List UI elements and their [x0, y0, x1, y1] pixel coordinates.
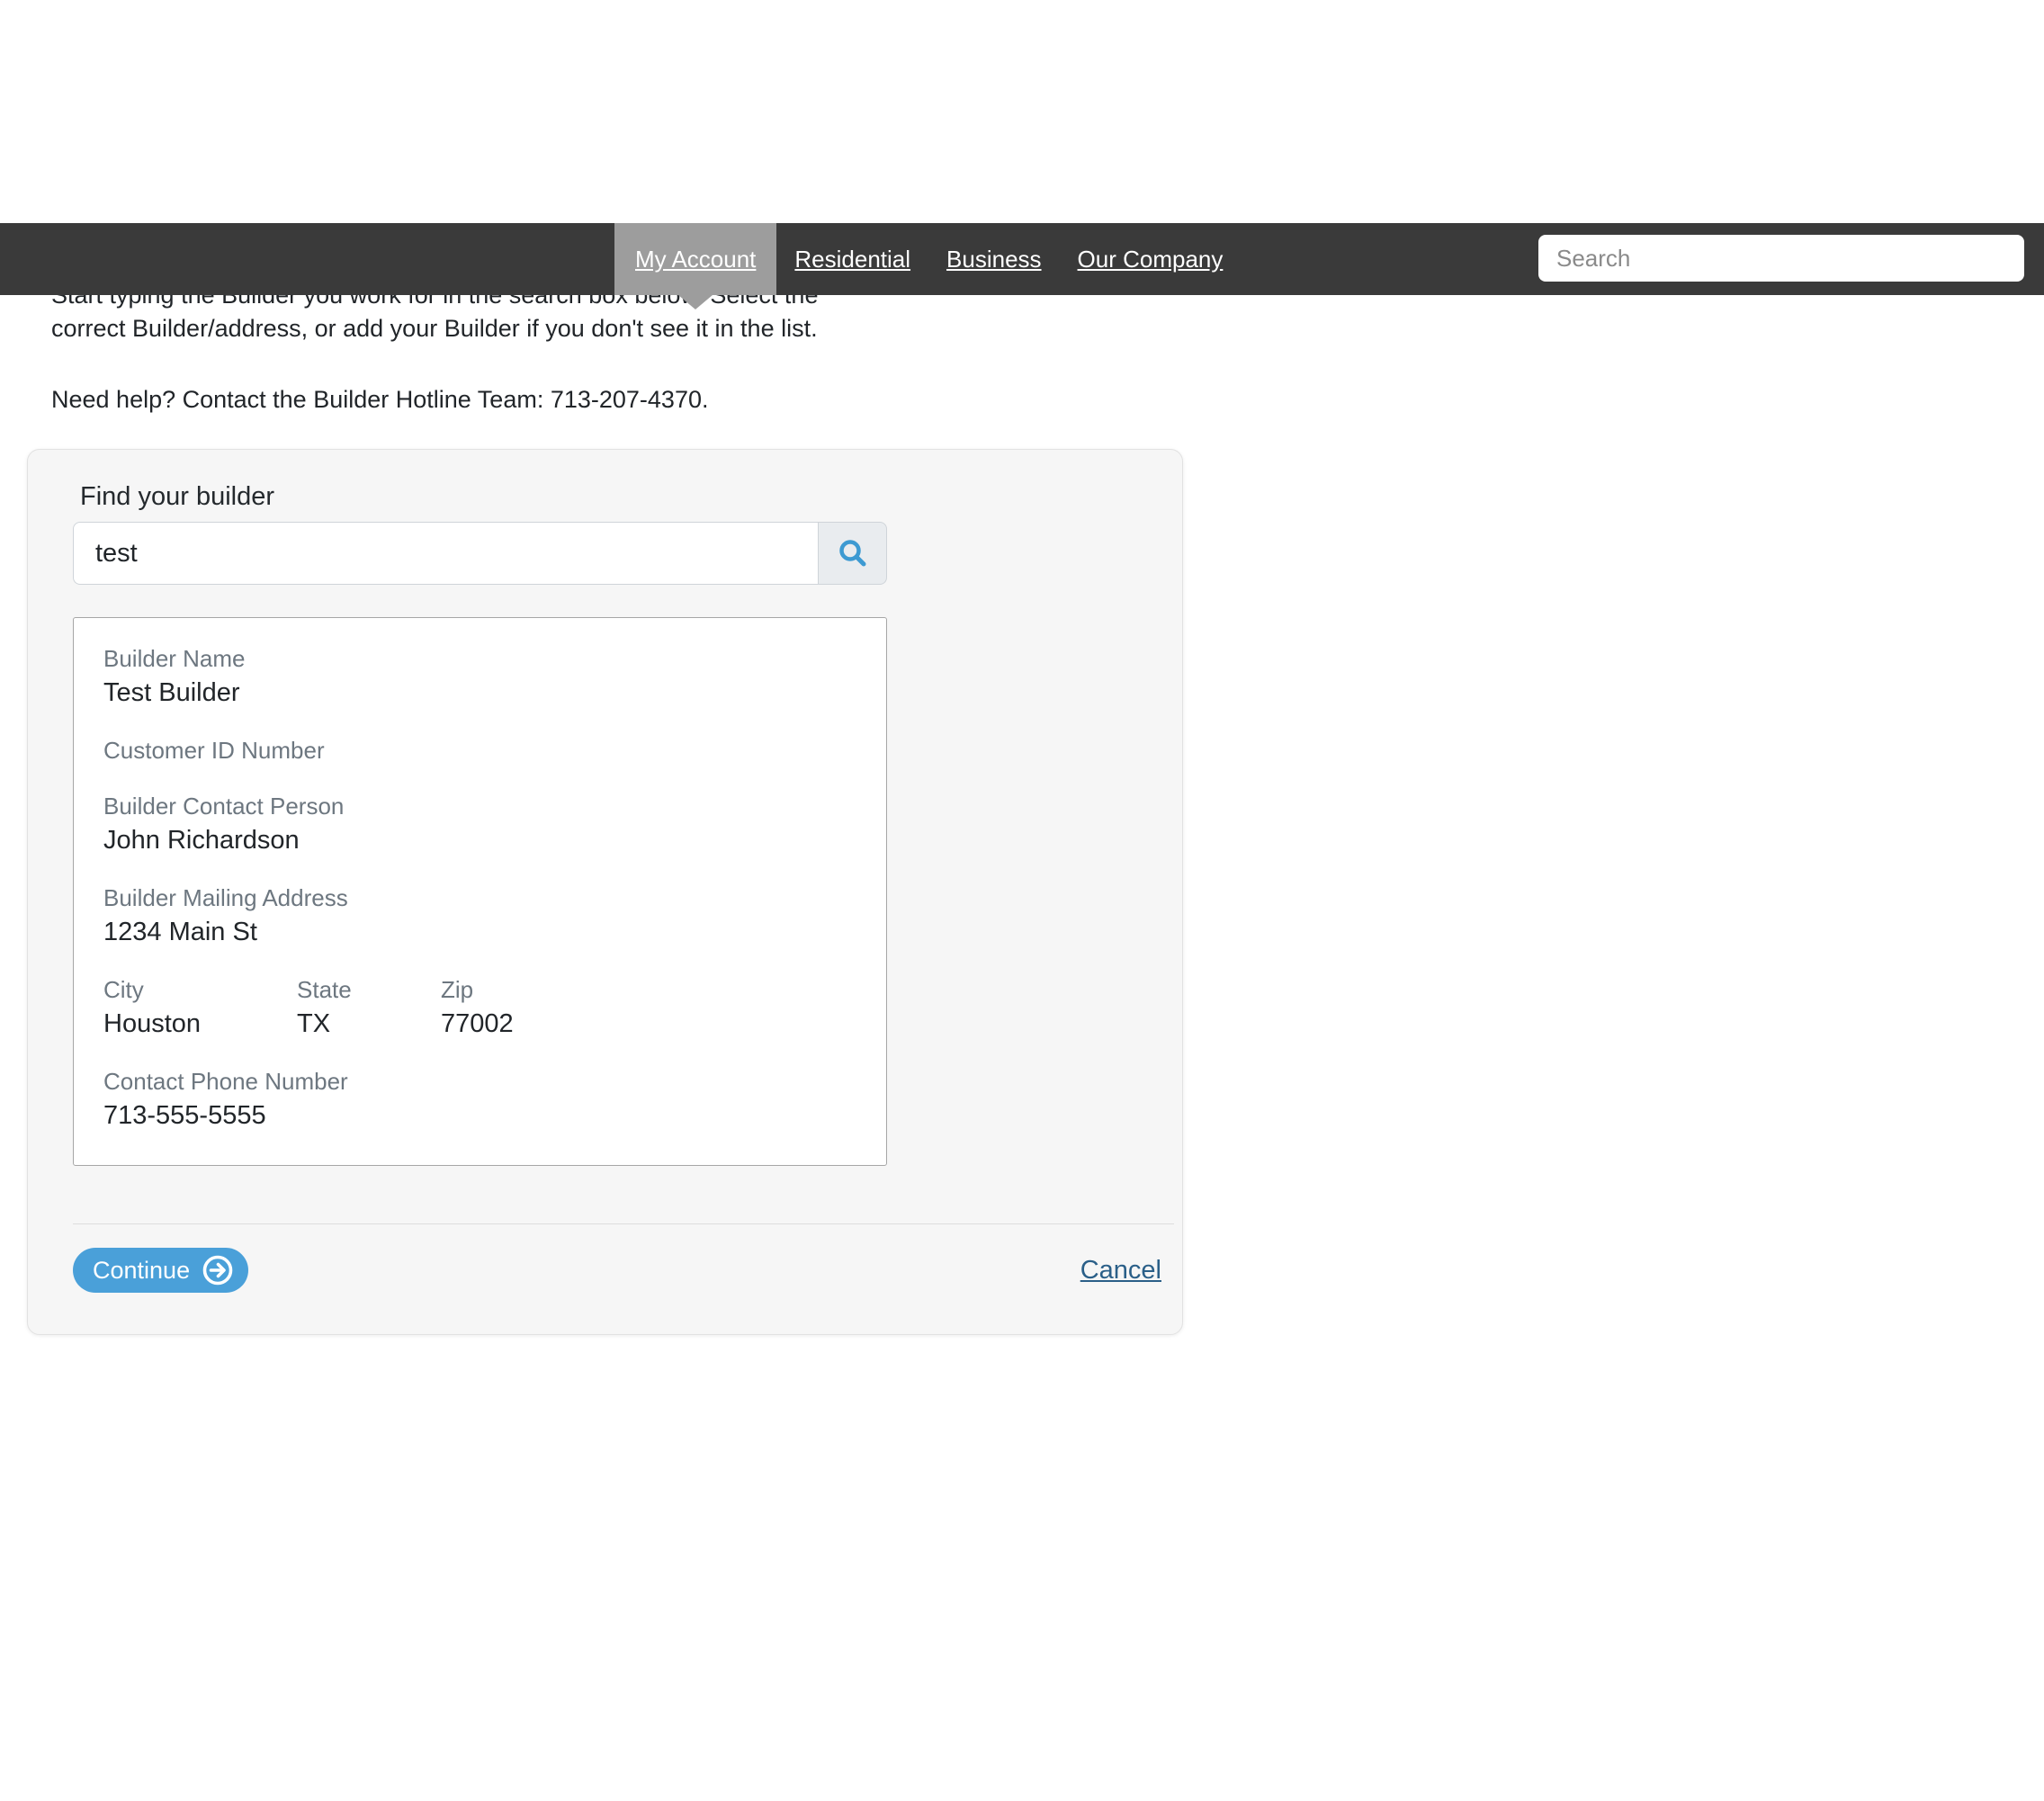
- cancel-link[interactable]: Cancel: [1080, 1256, 1161, 1286]
- city-field: City Houston: [103, 976, 297, 1039]
- continue-button-label: Continue: [93, 1257, 190, 1285]
- continue-button[interactable]: Continue: [73, 1248, 248, 1293]
- zip-label: Zip: [441, 976, 859, 1003]
- city-state-zip-row: City Houston State TX Zip 77002: [103, 976, 859, 1039]
- state-field: State TX: [297, 976, 441, 1039]
- nav-link-our-company[interactable]: Our Company: [1078, 223, 1224, 295]
- mailing-address-label: Builder Mailing Address: [103, 884, 859, 911]
- city-label: City: [103, 976, 297, 1003]
- circle-arrow-right-icon: [202, 1254, 234, 1286]
- nav-links: My Account Residential Business Our Comp…: [614, 223, 1223, 295]
- contact-person-value: John Richardson: [103, 825, 859, 856]
- phone-value: 713-555-5555: [103, 1100, 859, 1131]
- find-builder-card: Find your builder Builder Name Test Buil…: [27, 449, 1183, 1335]
- nav-link-residential[interactable]: Residential: [794, 223, 910, 295]
- builder-search-group: [73, 522, 887, 585]
- builder-search-input[interactable]: [73, 522, 818, 585]
- top-search-input[interactable]: [1538, 235, 2024, 282]
- find-builder-label: Find your builder: [80, 482, 1174, 511]
- builder-name-field: Builder Name Test Builder: [103, 645, 859, 708]
- top-nav: My Account Residential Business Our Comp…: [0, 223, 2044, 295]
- nav-tab-my-account-label: My Account: [635, 246, 756, 273]
- phone-label: Contact Phone Number: [103, 1068, 859, 1095]
- card-divider: [73, 1223, 1174, 1224]
- nav-link-business[interactable]: Business: [946, 223, 1042, 295]
- builder-details-panel: Builder Name Test Builder Customer ID Nu…: [73, 617, 887, 1166]
- intro-text-line2: correct Builder/address, or add your Bui…: [51, 312, 2044, 345]
- builder-name-value: Test Builder: [103, 677, 859, 708]
- state-label: State: [297, 976, 441, 1003]
- state-value: TX: [297, 1008, 441, 1039]
- card-footer: Continue Cancel: [73, 1248, 1174, 1293]
- city-value: Houston: [103, 1008, 297, 1039]
- zip-field: Zip 77002: [441, 976, 859, 1039]
- mailing-address-value: 1234 Main St: [103, 917, 859, 947]
- mailing-address-field: Builder Mailing Address 1234 Main St: [103, 884, 859, 947]
- nav-tab-my-account[interactable]: My Account: [614, 223, 776, 295]
- phone-field: Contact Phone Number 713-555-5555: [103, 1068, 859, 1131]
- help-text: Need help? Contact the Builder Hotline T…: [51, 383, 2044, 417]
- customer-id-label: Customer ID Number: [103, 737, 859, 764]
- customer-id-field: Customer ID Number: [103, 737, 859, 764]
- builder-name-label: Builder Name: [103, 645, 859, 672]
- contact-person-field: Builder Contact Person John Richardson: [103, 793, 859, 856]
- contact-person-label: Builder Contact Person: [103, 793, 859, 820]
- magnifier-icon: [838, 538, 868, 569]
- builder-search-button[interactable]: [818, 522, 887, 585]
- zip-value: 77002: [441, 1008, 859, 1039]
- active-tab-caret-icon: [678, 295, 713, 309]
